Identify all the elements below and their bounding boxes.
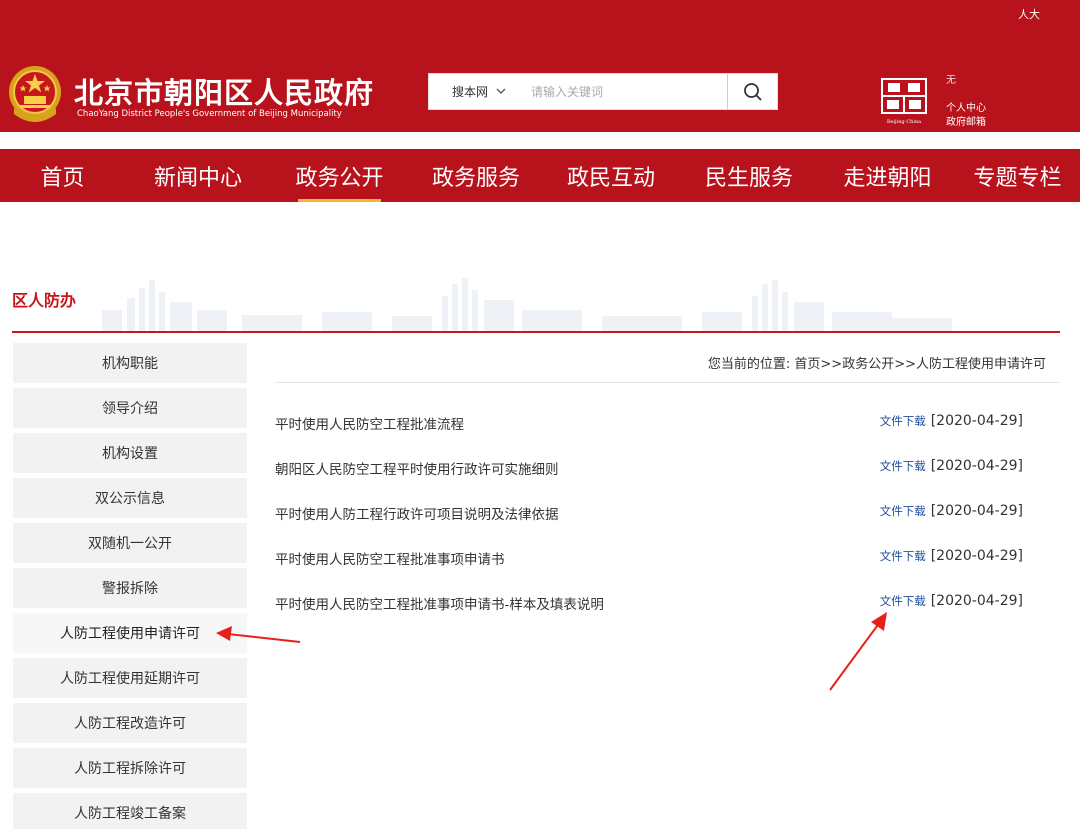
nav-home[interactable]: 首页	[0, 149, 125, 202]
sidebar-item-functions[interactable]: 机构职能	[13, 343, 247, 383]
file-download-link[interactable]: 文件下载	[880, 458, 926, 474]
document-list: 平时使用人民防空工程批准流程 文件下载 [2020-04-29] 朝阳区人民防空…	[275, 405, 1023, 630]
file-download-link[interactable]: 文件下载	[880, 593, 926, 609]
file-download-link[interactable]: 文件下载	[880, 503, 926, 519]
sidebar-item-dual-publicity[interactable]: 双公示信息	[13, 478, 247, 518]
nav-livelihood[interactable]: 民生服务	[678, 149, 820, 202]
chevron-down-icon	[496, 88, 506, 94]
search-bar: 搜本网	[428, 73, 778, 110]
personal-center-link[interactable]: 个人中心	[946, 102, 986, 116]
section-skyline-banner	[102, 278, 952, 332]
site-header: 人大 北京市朝阳区人民政府 ChaoYang District People's…	[0, 0, 1080, 132]
capital-logo-text: Beijing-China	[887, 119, 921, 125]
document-title[interactable]: 平时使用人防工程行政许可项目说明及法律依据	[275, 503, 559, 523]
search-scope-label: 搜本网	[451, 85, 488, 99]
list-item: 平时使用人民防空工程批准事项申请书 文件下载 [2020-04-29]	[275, 540, 1023, 585]
sidebar-item-alarm-removal[interactable]: 警报拆除	[13, 568, 247, 608]
user-link-1[interactable]: 无	[946, 74, 986, 88]
breadcrumb: 您当前的位置: 首页>>政务公开>>人防工程使用申请许可	[707, 357, 1046, 372]
list-item: 平时使用人民防空工程批准流程 文件下载 [2020-04-29]	[275, 405, 1023, 450]
site-subtitle: ChaoYang District People's Government of…	[77, 109, 342, 119]
sidebar-item-demolition-permit[interactable]: 人防工程拆除许可	[13, 748, 247, 788]
main-nav: 首页 新闻中心 政务公开 政务服务 政民互动 民生服务 走进朝阳 专题专栏	[0, 149, 1080, 202]
search-button[interactable]	[727, 74, 777, 109]
header-divider	[0, 132, 1080, 149]
document-title[interactable]: 平时使用人民防空工程批准事项申请书	[275, 548, 505, 568]
sidebar-item-completion-filing[interactable]: 人防工程竣工备案	[13, 793, 247, 829]
search-scope-dropdown[interactable]: 搜本网	[429, 74, 529, 109]
nav-gov-services[interactable]: 政务服务	[408, 149, 544, 202]
section-divider	[12, 331, 1060, 333]
search-icon	[743, 82, 762, 101]
document-title[interactable]: 朝阳区人民防空工程平时使用行政许可实施细则	[275, 458, 559, 478]
document-date: [2020-04-29]	[930, 413, 1023, 429]
nav-news[interactable]: 新闻中心	[125, 149, 271, 202]
sidebar-item-renovation-permit[interactable]: 人防工程改造许可	[13, 703, 247, 743]
gov-mail-link[interactable]: 政府邮箱	[946, 116, 986, 130]
document-date: [2020-04-29]	[930, 548, 1023, 564]
document-date: [2020-04-29]	[930, 458, 1023, 474]
sidebar-item-extension-permit[interactable]: 人防工程使用延期许可	[13, 658, 247, 698]
section-title: 区人防办	[12, 291, 77, 310]
nav-interaction[interactable]: 政民互动	[544, 149, 678, 202]
list-item: 平时使用人防工程行政许可项目说明及法律依据 文件下载 [2020-04-29]	[275, 495, 1023, 540]
nav-gov-affairs[interactable]: 政务公开	[271, 149, 408, 202]
file-download-link[interactable]: 文件下载	[880, 548, 926, 564]
site-title[interactable]: 北京市朝阳区人民政府	[74, 70, 374, 112]
content-divider	[275, 382, 1060, 383]
document-date: [2020-04-29]	[930, 593, 1023, 609]
list-item: 朝阳区人民防空工程平时使用行政许可实施细则 文件下载 [2020-04-29]	[275, 450, 1023, 495]
document-title[interactable]: 平时使用人民防空工程批准流程	[275, 413, 464, 433]
sidebar-item-random-inspection[interactable]: 双随机一公开	[13, 523, 247, 563]
top-links[interactable]: 人大	[1018, 6, 1040, 22]
list-item: 平时使用人民防空工程批准事项申请书-样本及填表说明 文件下载 [2020-04-…	[275, 585, 1023, 630]
capital-logo-icon[interactable]: Beijing-China	[878, 77, 930, 127]
nav-topics[interactable]: 专题专栏	[955, 149, 1080, 202]
sidebar-item-leaders[interactable]: 领导介绍	[13, 388, 247, 428]
nav-chaoyang[interactable]: 走进朝阳	[820, 149, 955, 202]
file-download-link[interactable]: 文件下载	[880, 413, 926, 429]
sidebar-item-structure[interactable]: 机构设置	[13, 433, 247, 473]
search-input[interactable]	[529, 74, 727, 109]
user-links: 无 个人中心 政府邮箱	[946, 74, 986, 130]
national-emblem-icon	[9, 66, 61, 122]
document-date: [2020-04-29]	[930, 503, 1023, 519]
sidebar: 机构职能 领导介绍 机构设置 双公示信息 双随机一公开 警报拆除 人防工程使用申…	[13, 343, 247, 829]
document-title[interactable]: 平时使用人民防空工程批准事项申请书-样本及填表说明	[275, 593, 604, 613]
sidebar-item-use-permit[interactable]: 人防工程使用申请许可	[13, 613, 247, 653]
